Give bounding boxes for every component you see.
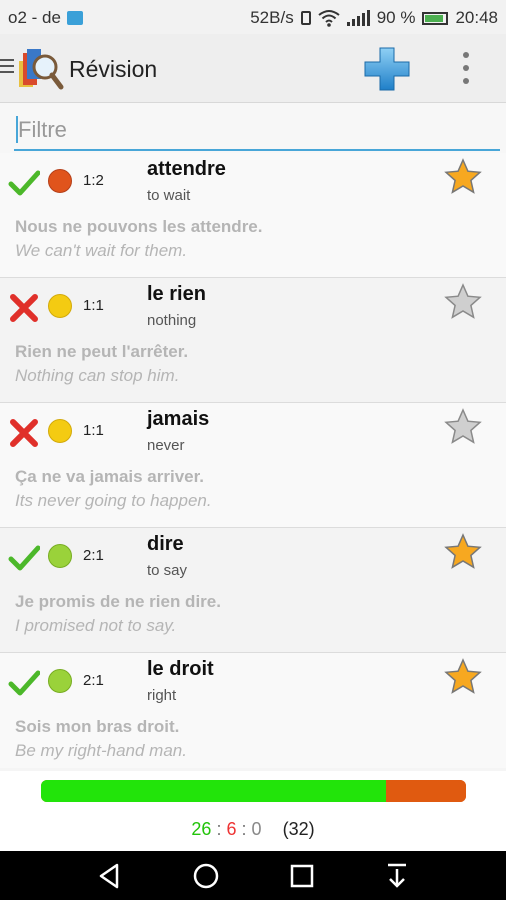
word-label: attendre (147, 158, 226, 180)
app-bar: Révision (0, 34, 506, 103)
vibrate-icon (300, 11, 311, 25)
menu-icon[interactable] (0, 59, 14, 75)
example-translation: Nothing can stop him. (15, 366, 180, 385)
clock: 20:48 (455, 8, 498, 27)
star-filled-icon[interactable] (444, 158, 482, 196)
level-dot (48, 419, 72, 443)
star-empty-icon[interactable] (444, 283, 482, 321)
score-label: 1:1 (83, 297, 104, 314)
wifi-icon (318, 10, 340, 27)
check-icon (8, 545, 40, 571)
progress-bar (41, 780, 466, 802)
back-icon[interactable] (95, 861, 125, 891)
score-counts: 26 : 6 : 0 (32) (0, 819, 506, 840)
progress-correct-segment (41, 780, 387, 802)
home-icon[interactable] (191, 861, 221, 891)
vocab-card[interactable]: 1:1 jamais never Ça ne va jamais arriver… (0, 403, 506, 528)
network-speed: 52B/s (250, 8, 294, 27)
app-notification-icon (66, 11, 83, 25)
vocab-card[interactable]: 1:1 le rien nothing Rien ne peut l'arrêt… (0, 278, 506, 403)
battery-icon (422, 11, 449, 25)
word-label: dire (147, 533, 184, 555)
level-dot (48, 294, 72, 318)
example-sentence: Ça ne va jamais arriver. (15, 467, 205, 486)
level-dot (48, 544, 72, 568)
score-label: 1:2 (83, 172, 104, 189)
translation-label: right (147, 687, 177, 704)
example-sentence: Rien ne peut l'arrêter. (15, 342, 189, 361)
total-count: (32) (282, 819, 315, 839)
example-sentence: Je promis de ne rien dire. (15, 592, 221, 611)
wrong-count: 6 (226, 819, 237, 839)
status-bar-right: 52B/s 90 % 20:48 (250, 8, 498, 28)
summary-panel: 26 : 6 : 0 (32) (0, 771, 506, 851)
star-filled-icon[interactable] (444, 533, 482, 571)
word-label: le droit (147, 658, 214, 680)
status-bar: o2 - de 52B/s 90 % 20:48 (0, 0, 506, 34)
vocab-card[interactable]: 2:1 dire to say Je promis de ne rien dir… (0, 528, 506, 653)
translation-label: nothing (147, 312, 197, 329)
translation-label: never (147, 437, 185, 454)
count-separator: : (241, 819, 247, 839)
vocab-card[interactable]: 1:2 attendre to wait Nous ne pouvons les… (0, 153, 506, 278)
star-empty-icon[interactable] (444, 408, 482, 446)
score-label: 2:1 (83, 672, 104, 689)
overflow-menu-icon[interactable] (458, 52, 474, 84)
cross-icon (10, 294, 38, 322)
signal-icon (346, 10, 370, 26)
level-dot (48, 169, 72, 193)
example-translation: We can't wait for them. (15, 241, 188, 260)
level-dot (48, 669, 72, 693)
example-sentence: Nous ne pouvons les attendre. (15, 217, 263, 236)
check-icon (8, 670, 40, 696)
battery-percent: 90 % (376, 8, 416, 27)
text-caret (16, 116, 18, 143)
vocab-card[interactable]: 2:1 le droit right Sois mon bras droit. … (0, 653, 506, 768)
vocab-list: 1:2 attendre to wait Nous ne pouvons les… (0, 153, 506, 768)
star-filled-icon[interactable] (444, 658, 482, 696)
cross-icon (10, 419, 38, 447)
translation-label: to say (147, 562, 188, 579)
example-translation: Its never going to happen. (15, 491, 212, 510)
carrier-label: o2 - de (8, 8, 61, 27)
count-separator: : (216, 819, 222, 839)
app-logo-icon[interactable] (15, 43, 65, 93)
word-label: le rien (147, 283, 206, 305)
translation-label: to wait (147, 187, 191, 204)
unknown-count: 0 (251, 819, 262, 839)
navigation-bar (0, 851, 506, 900)
progress-wrong-segment (386, 780, 466, 802)
page-title: Révision (69, 56, 158, 82)
example-sentence: Sois mon bras droit. (15, 717, 180, 736)
add-icon[interactable] (363, 46, 411, 92)
example-translation: Be my right-hand man. (15, 741, 187, 760)
status-bar-left: o2 - de (8, 8, 83, 28)
example-translation: I promised not to say. (15, 616, 177, 635)
filter-bar (0, 103, 506, 153)
correct-count: 26 (191, 819, 212, 839)
filter-input[interactable] (14, 111, 500, 151)
notification-pull-icon[interactable] (382, 861, 412, 891)
score-label: 1:1 (83, 422, 104, 439)
recents-icon[interactable] (287, 861, 317, 891)
word-label: jamais (147, 408, 210, 430)
score-label: 2:1 (83, 547, 104, 564)
check-icon (8, 170, 40, 196)
